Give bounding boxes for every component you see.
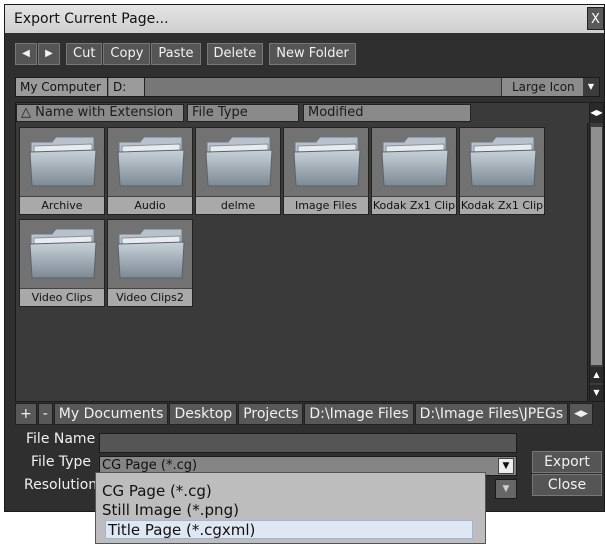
remove-favorite-button[interactable]: -	[37, 403, 53, 425]
column-header: △ Name with Extension File Type Modified	[16, 103, 589, 123]
path-root[interactable]: My Computer	[16, 78, 108, 96]
favorite-jpegs[interactable]: D:\Image Files\JPEGs	[414, 403, 569, 425]
scrollbar-thumb[interactable]	[591, 127, 602, 365]
file-type-dropdown-list: CG Page (*.cg) Still Image (*.png) Title…	[95, 472, 486, 544]
folder-item[interactable]: Audio	[107, 127, 193, 215]
folder-icon	[469, 136, 537, 187]
favorite-desktop[interactable]: Desktop	[169, 403, 238, 425]
column-modified[interactable]: Modified	[303, 104, 471, 122]
folder-name: Kodak Zx1 Clip	[372, 196, 456, 214]
close-button[interactable]: Close	[532, 474, 602, 496]
file-type-label: File Type	[31, 454, 92, 470]
chevron-down-icon[interactable]: ▼	[498, 458, 514, 474]
column-file-type[interactable]: File Type	[187, 104, 299, 122]
favorite-projects[interactable]: Projects	[238, 403, 304, 425]
title-bar: Export Current Page... X	[5, 5, 604, 33]
file-type-option-cgxml[interactable]: Title Page (*.cgxml)	[105, 520, 473, 539]
add-favorite-button[interactable]: +	[15, 403, 37, 425]
export-button[interactable]: Export	[532, 451, 602, 473]
folder-item[interactable]: Kodak Zx1 Clip	[459, 127, 545, 215]
new-folder-button[interactable]: New Folder	[269, 43, 356, 65]
sort-ascending-icon: △	[21, 105, 31, 120]
folder-item[interactable]: Kodak Zx1 Clip	[371, 127, 457, 215]
folder-icon	[293, 136, 361, 187]
folder-name: Kodak Zx1 Clip	[460, 196, 544, 214]
file-name-field[interactable]	[99, 433, 517, 453]
file-name-label: File Name	[26, 431, 96, 447]
folder-name: Video Clips2	[108, 288, 192, 306]
folder-icon	[381, 136, 449, 187]
file-type-option-png[interactable]: Still Image (*.png)	[102, 501, 239, 520]
view-mode-select[interactable]: Large Icon	[501, 78, 585, 96]
path-bar: My Computer D: Large Icon ▼	[15, 77, 600, 97]
folder-icon	[117, 228, 185, 279]
file-type-option-cg[interactable]: CG Page (*.cg)	[102, 482, 212, 501]
toolbar: ◀ ▶ Cut Copy Paste Delete New Folder	[15, 43, 356, 67]
column-name[interactable]: △ Name with Extension	[16, 104, 184, 122]
cut-button[interactable]: Cut	[66, 43, 103, 65]
scroll-down-icon[interactable]: ▼	[590, 385, 603, 401]
folder-item[interactable]: Image Files	[283, 127, 369, 215]
close-window-button[interactable]: X	[587, 7, 604, 30]
dialog-title: Export Current Page...	[14, 11, 169, 27]
folder-icon	[205, 136, 273, 187]
resolution-dropdown[interactable]: ▼	[495, 479, 517, 499]
folder-item[interactable]: Archive	[19, 127, 105, 215]
favorites-bar: + - My Documents Desktop Projects D:\Ima…	[15, 403, 602, 425]
folder-name: Video Clips	[20, 288, 104, 306]
file-type-value: CG Page (*.cg)	[102, 458, 198, 473]
folder-name: Image Files	[284, 196, 368, 214]
favorite-my-documents[interactable]: My Documents	[53, 403, 169, 425]
scroll-up-icon[interactable]: ▲	[590, 367, 603, 383]
folder-icon	[117, 136, 185, 187]
back-button[interactable]: ◀	[15, 43, 37, 65]
horizontal-arrows-icon[interactable]: ◀▶	[590, 103, 603, 123]
favorites-scroll-icon[interactable]: ◀▶	[569, 403, 593, 425]
forward-button[interactable]: ▶	[38, 43, 60, 65]
folder-icon	[29, 136, 97, 187]
vertical-scrollbar[interactable]: ◀▶ ▲ ▼	[589, 102, 604, 402]
folder-item[interactable]: Video Clips2	[107, 219, 193, 307]
paste-button[interactable]: Paste	[151, 43, 201, 65]
folder-item[interactable]: delme	[195, 127, 281, 215]
resolution-label: Resolution	[24, 477, 98, 493]
delete-button[interactable]: Delete	[206, 43, 264, 65]
folder-icon	[29, 228, 97, 279]
folder-name: Archive	[20, 196, 104, 214]
folder-name: Audio	[108, 196, 192, 214]
path-drive[interactable]: D:	[109, 78, 145, 96]
export-dialog: Export Current Page... X ◀ ▶ Cut Copy Pa…	[4, 4, 605, 512]
chevron-down-icon[interactable]: ▼	[583, 78, 599, 96]
file-list: △ Name with Extension File Type Modified…	[15, 102, 589, 402]
column-name-label: Name with Extension	[35, 105, 174, 120]
folder-name: delme	[196, 196, 280, 214]
favorite-image-files[interactable]: D:\Image Files	[304, 403, 414, 425]
folder-item[interactable]: Video Clips	[19, 219, 105, 307]
copy-button[interactable]: Copy	[103, 43, 151, 65]
